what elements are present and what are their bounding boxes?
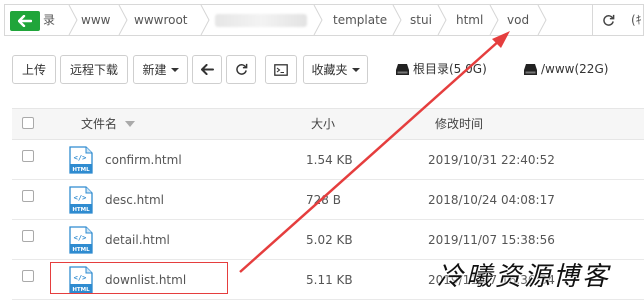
html-file-icon: </> HTML [69,146,93,174]
file-icon-label: HTML [72,167,90,173]
chevron-right-icon [437,5,447,35]
html-file-icon: </> HTML [69,186,93,214]
row-checkbox[interactable] [22,230,34,242]
annotation-highlight-box [50,262,228,294]
disk-root[interactable]: 根目录(5.0G) [396,60,487,78]
file-row[interactable]: </> HTML desc.html 728 B 2018/10/24 04:08:17 [12,180,644,220]
file-name[interactable]: detail.html [105,220,170,260]
breadcrumb-item[interactable]: 录 [43,5,55,35]
new-dropdown-button[interactable]: 新建 [133,55,188,84]
path-refresh-button[interactable] [592,5,623,35]
column-header-modified[interactable]: 修改时间 [435,109,483,139]
column-name-label: 文件名 [81,117,118,131]
file-modified: 2019/10/31 22:40:52 [428,153,555,167]
breadcrumb-item[interactable]: wwwroot [134,5,188,35]
refresh-icon [235,63,247,75]
hard-disk-icon [524,63,537,75]
file-icon-label: HTML [72,207,90,213]
caret-down-icon [351,67,360,72]
file-icon-code: </> [74,234,87,242]
file-size: 5.11 KB [306,273,353,287]
html-file-icon: </> HTML [69,226,93,254]
back-button[interactable] [10,11,40,31]
new-label: 新建 [142,63,167,77]
remote-download-button[interactable]: 远程下载 [60,55,128,84]
row-checkbox[interactable] [22,150,34,162]
disk-label: /www(22G) [541,62,609,76]
breadcrumb-item[interactable]: www [81,5,110,35]
terminal-button[interactable] [265,55,297,84]
disk-www[interactable]: /www(22G) [524,60,608,78]
disk-label: 根目录(5.0G) [413,62,487,76]
caret-down-icon [170,67,179,72]
column-header-size[interactable]: 大小 [311,109,335,139]
file-table-header: 文件名 大小 修改时间 [12,108,644,140]
chevron-right-icon [392,5,402,35]
breadcrumb-item[interactable]: stui [410,5,432,35]
watermark-text: 冷曦资源博客 [437,262,612,292]
row-checkbox[interactable] [22,270,34,282]
refresh-button[interactable] [226,55,256,84]
cut-off-label: (ｷ [631,13,642,27]
favorites-label: 收藏夹 [311,63,348,77]
chevron-right-icon [489,5,499,35]
sort-down-icon [124,121,135,127]
chevron-right-icon [537,5,547,35]
chevron-right-icon [313,5,323,35]
select-all-checkbox[interactable] [22,117,34,129]
file-icon-code: </> [74,194,87,202]
chevron-right-icon [200,5,210,35]
file-size: 1.54 KB [306,153,353,167]
hard-disk-icon [396,63,409,75]
file-size: 5.02 KB [306,233,353,247]
file-row[interactable]: </> HTML detail.html 5.02 KB 2019/11/07 15:3… [12,220,644,260]
blurred-breadcrumb-item[interactable] [215,14,307,27]
file-modified: 2019/11/07 15:38:56 [428,233,555,247]
row-checkbox[interactable] [22,190,34,202]
file-name[interactable]: desc.html [105,180,164,220]
upload-button[interactable]: 上传 [12,55,56,84]
terminal-icon [274,63,288,76]
refresh-icon [602,14,614,26]
arrow-left-icon [200,64,214,75]
chevron-right-icon [68,5,78,35]
breadcrumb-item[interactable]: html [456,5,483,35]
file-size: 728 B [306,193,341,207]
column-header-name[interactable]: 文件名 [81,109,136,139]
back-nav-button[interactable] [192,55,222,84]
arrow-left-icon [18,15,32,27]
file-name[interactable]: confirm.html [105,140,182,180]
favorites-dropdown-button[interactable]: 收藏夹 [303,55,368,84]
breadcrumb-item-current[interactable]: vod [507,5,529,35]
chevron-right-icon [118,5,128,35]
breadcrumb-item[interactable]: template [333,5,387,35]
file-modified: 2018/10/24 04:08:17 [428,193,555,207]
file-icon-code: </> [74,154,87,162]
file-row[interactable]: </> HTML confirm.html 1.54 KB 2019/10/31 22:… [12,140,644,180]
path-bar: 录 www wwwroot template stui html vod (ｷ [4,4,644,36]
file-icon-label: HTML [72,247,90,253]
